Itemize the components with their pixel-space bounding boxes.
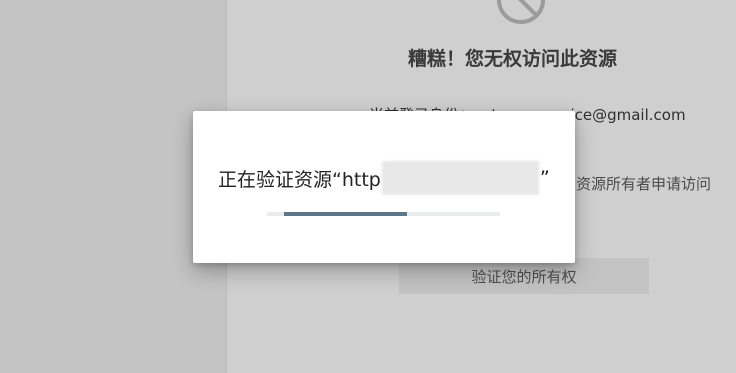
verification-message: 正在验证资源“http ” [218,161,550,195]
page-root: 糟糕！您无权访问此资源 当前登录身份：pstuwm.service@gmail.… [0,0,736,373]
verify-ownership-button[interactable]: 验证您的所有权 [399,258,649,294]
verification-dialog: 正在验证资源“http ” [193,111,575,263]
verification-progress-fill [284,212,407,216]
access-denied-title: 糟糕！您无权访问此资源 [408,48,618,70]
redacted-url [381,161,539,195]
verification-progress-bar [267,212,500,216]
verification-message-suffix: ” [539,167,550,189]
verification-message-prefix: 正在验证资源“http [218,168,381,191]
